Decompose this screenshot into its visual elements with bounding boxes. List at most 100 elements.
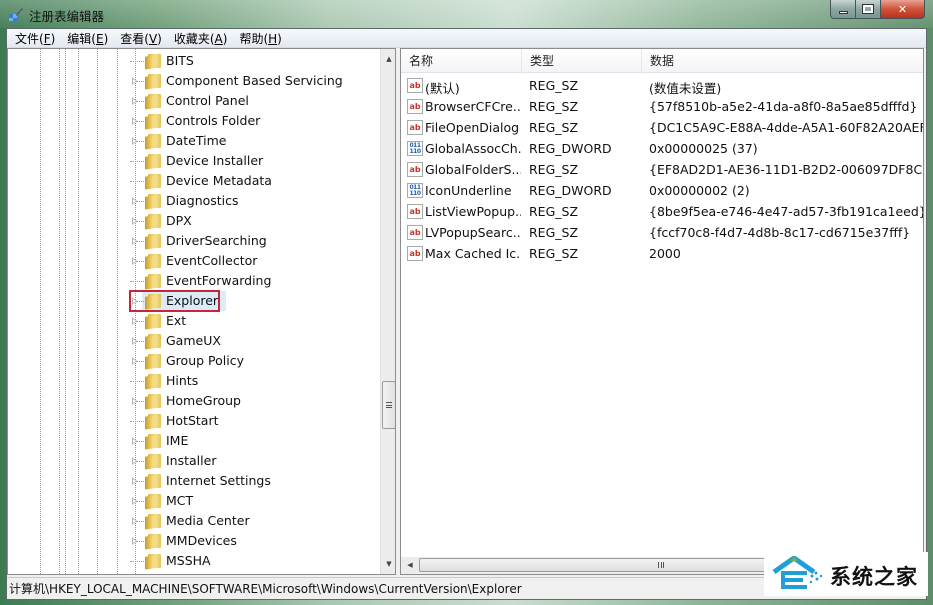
tree-item-label: Device Metadata: [166, 173, 272, 188]
minimize-icon: [838, 10, 848, 14]
tree-item[interactable]: GameUX: [8, 331, 380, 351]
value-name: (默认): [425, 81, 460, 96]
tree-item[interactable]: Control Panel: [8, 91, 380, 111]
tree-item[interactable]: BITS: [8, 51, 380, 71]
tree-item-label: Control Panel: [166, 93, 249, 108]
value-type: REG_SZ: [529, 162, 579, 177]
value-row[interactable]: ab GlobalFolderS... REG_SZ {EF8AD2D1-AE36-1…: [401, 159, 923, 180]
folder-icon: [145, 114, 162, 130]
tree-item[interactable]: HomeGroup: [8, 391, 380, 411]
menu-item-a[interactable]: 收藏夹(A): [168, 30, 234, 47]
column-header-type[interactable]: 类型: [522, 49, 642, 73]
value-name: IconUnderline: [425, 183, 512, 198]
value-row[interactable]: 011 110 GlobalAssocCh... REG_DWORD 0x0000002…: [401, 138, 923, 159]
string-value-icon: ab: [407, 225, 423, 240]
tree-scrollbar-thumb[interactable]: [382, 381, 395, 429]
value-row[interactable]: ab (默认) REG_SZ (数值未设置): [401, 75, 923, 96]
value-row[interactable]: 011 110 IconUnderline REG_DWORD 0x00000002 (…: [401, 180, 923, 201]
folder-icon: [145, 234, 162, 250]
tree-item-label: DriverSearching: [166, 233, 267, 248]
tree-item-label: MCT: [166, 493, 194, 508]
folder-icon: [145, 54, 162, 70]
tree-item[interactable]: Group Policy: [8, 351, 380, 371]
tree-item[interactable]: MCT: [8, 491, 380, 511]
value-type: REG_DWORD: [529, 183, 612, 198]
tree-item[interactable]: MMDevices: [8, 531, 380, 551]
menu-item-h[interactable]: 帮助(H): [233, 30, 287, 47]
tree-item[interactable]: Diagnostics: [8, 191, 380, 211]
value-row[interactable]: ab LVPopupSearc... REG_SZ {fccf70c8-f4d7-4d…: [401, 222, 923, 243]
tree-item[interactable]: Controls Folder: [8, 111, 380, 131]
tree-item[interactable]: MSSHA: [8, 551, 380, 571]
minimize-button[interactable]: [830, 0, 856, 19]
folder-icon: [145, 434, 162, 450]
menu-item-v[interactable]: 查看(V): [114, 30, 168, 47]
column-header-data[interactable]: 数据: [642, 49, 923, 73]
tree-item-label: MMDevices: [166, 533, 237, 548]
menu-accelerator: E: [95, 31, 104, 46]
tree-item[interactable]: Ext: [8, 311, 380, 331]
tree-item[interactable]: Internet Settings: [8, 471, 380, 491]
column-header-name[interactable]: 名称: [401, 49, 522, 73]
tree-item[interactable]: Component Based Servicing: [8, 71, 380, 91]
menu-label: 收藏夹(: [173, 31, 215, 46]
tree-item[interactable]: DriverSearching: [8, 231, 380, 251]
maximize-icon: [862, 4, 874, 14]
tree-item[interactable]: Device Metadata: [8, 171, 380, 191]
scroll-up-arrow-icon[interactable]: ▲: [381, 51, 395, 67]
menu-item-e[interactable]: 编辑(E): [61, 30, 114, 47]
tree-connector: [130, 161, 146, 162]
tree-vertical-scrollbar[interactable]: ▲ ▼: [380, 49, 395, 574]
folder-icon: [145, 394, 162, 410]
tree-item-selected[interactable]: Explorer: [8, 290, 380, 312]
tree-item-label: Device Installer: [166, 153, 264, 168]
value-row[interactable]: ab BrowserCFCre... REG_SZ {57f8510b-a5e2-41…: [401, 96, 923, 117]
string-value-icon: ab: [407, 162, 423, 177]
menu-label: 查看(: [120, 31, 149, 46]
tree-item-label: IME: [166, 433, 189, 448]
tree-item-label: Ext: [166, 313, 187, 328]
tree-item[interactable]: Device Installer: [8, 151, 380, 171]
registry-values-list[interactable]: 名称 类型 数据 ab (默认) REG_SZ (数值未设置) ab BrowserCFC…: [400, 48, 924, 575]
tree-item-label: MSSHA: [166, 553, 211, 568]
tree-item[interactable]: EventForwarding: [8, 271, 380, 291]
tree-item-label: DPX: [166, 213, 192, 228]
value-row[interactable]: ab FileOpenDialog REG_SZ {DC1C5A9C-E88A-4dd…: [401, 117, 923, 138]
value-row[interactable]: ab Max Cached Ic... REG_SZ 2000: [401, 243, 923, 264]
tree-item-label: Component Based Servicing: [166, 73, 343, 88]
menu-label: 帮助(: [239, 31, 269, 46]
tree-connector: [130, 61, 146, 62]
maximize-button[interactable]: [856, 0, 881, 19]
folder-icon: [145, 414, 162, 430]
menu-item-f[interactable]: 文件(F): [9, 30, 61, 47]
title-bar[interactable]: 注册表编辑器 ✕: [0, 0, 933, 28]
tree-item[interactable]: IME: [8, 431, 380, 451]
tree-item[interactable]: DPX: [8, 211, 380, 231]
close-button[interactable]: ✕: [881, 0, 925, 19]
tree-item-label: BITS: [166, 53, 194, 68]
folder-icon: [145, 194, 162, 210]
folder-icon: [145, 254, 162, 270]
menu-label-suffix: ): [222, 31, 228, 46]
folder-icon: [145, 554, 162, 570]
scroll-left-arrow-icon[interactable]: ◀: [403, 558, 417, 572]
value-name: FileOpenDialog: [425, 120, 520, 135]
tree-item[interactable]: Installer: [8, 451, 380, 471]
value-row[interactable]: ab ListViewPopup... REG_SZ {8be9f5ea-e746-4…: [401, 201, 923, 222]
folder-icon: [145, 154, 162, 170]
value-data: 0x00000002 (2): [649, 183, 750, 198]
tree-item[interactable]: HotStart: [8, 411, 380, 431]
value-type: REG_SZ: [529, 204, 579, 219]
registry-key-tree[interactable]: BITS Component Based Servicing Control Pan…: [7, 48, 396, 575]
registry-editor-window: 文件(F) 编辑(E) 查看(V) 收藏夹(A) 帮助(H) BITS Component…: [6, 28, 927, 600]
grip-icon: [386, 402, 392, 408]
tree-item[interactable]: Hints: [8, 371, 380, 391]
tree-item-label: Hints: [166, 373, 199, 388]
tree-item[interactable]: DateTime: [8, 131, 380, 151]
menu-label-suffix: ): [50, 31, 56, 46]
tree-item[interactable]: EventCollector: [8, 251, 380, 271]
string-value-icon: ab: [407, 78, 423, 93]
value-name: LVPopupSearc...: [425, 225, 521, 240]
tree-item[interactable]: Media Center: [8, 511, 380, 531]
scroll-down-arrow-icon[interactable]: ▼: [381, 556, 395, 572]
